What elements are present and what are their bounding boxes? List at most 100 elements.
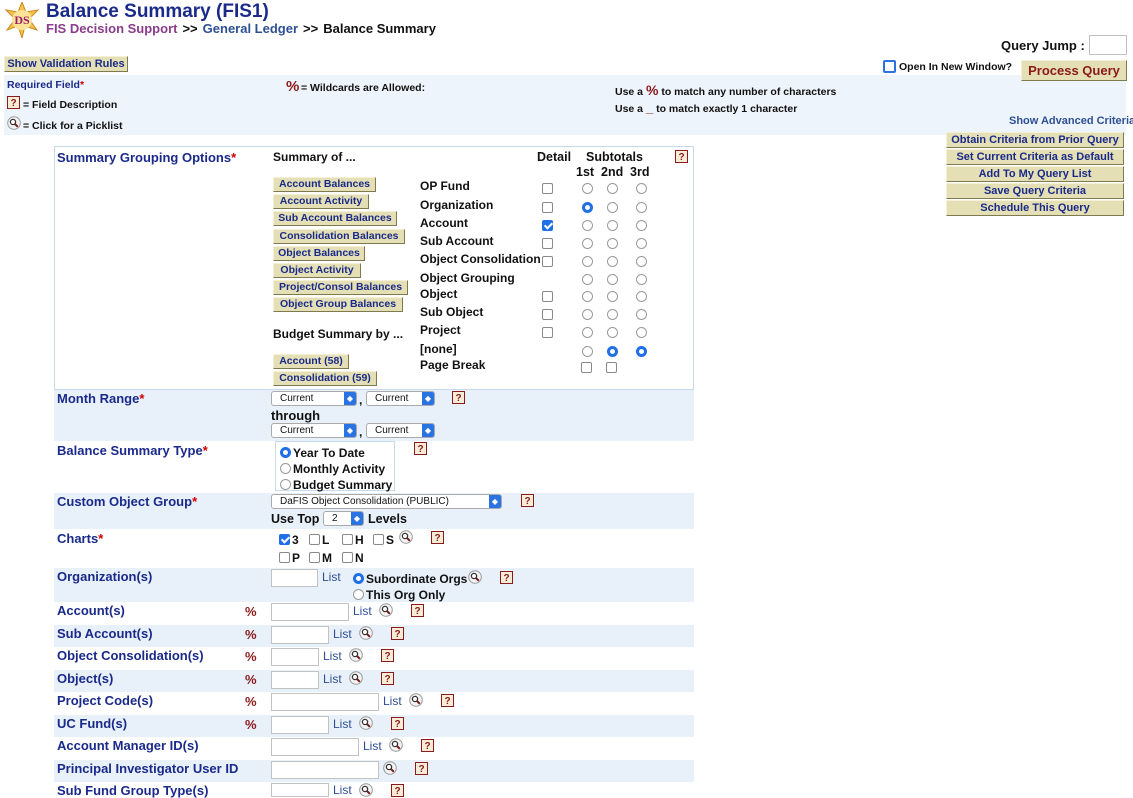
subtotal-1st-radio[interactable]	[582, 291, 593, 302]
object-activity-button[interactable]: Object Activity	[273, 263, 361, 278]
help-icon[interactable]: ?	[500, 571, 513, 584]
subtotal-2nd-radio[interactable]	[607, 346, 618, 357]
subtotal-3rd-radio[interactable]	[636, 183, 647, 194]
add-to-query-list-button[interactable]: Add To My Query List	[946, 166, 1124, 182]
help-icon[interactable]: ?	[381, 672, 394, 685]
magnifier-icon[interactable]	[409, 693, 423, 707]
subtotal-2nd-radio[interactable]	[607, 256, 618, 267]
show-validation-rules-button[interactable]: Show Validation Rules	[4, 56, 128, 72]
subtotal-2nd-radio[interactable]	[607, 183, 618, 194]
subtotal-1st-radio[interactable]	[582, 238, 593, 249]
obtain-criteria-button[interactable]: Obtain Criteria from Prior Query	[946, 132, 1124, 148]
levels-select[interactable]: 2 ◆	[323, 511, 364, 526]
subtotal-3rd-radio[interactable]	[636, 220, 647, 231]
budget-summary-radio[interactable]	[280, 479, 291, 490]
help-icon[interactable]: ?	[521, 494, 534, 507]
account-activity-button[interactable]: Account Activity	[273, 194, 369, 209]
subtotal-3rd-radio[interactable]	[636, 309, 647, 320]
subtotal-1st-radio[interactable]	[582, 309, 593, 320]
custom-object-group-select[interactable]: DaFIS Object Consolidation (PUBLIC) ◆	[271, 494, 502, 509]
consolidation-balances-button[interactable]: Consolidation Balances	[273, 229, 405, 244]
subtotal-2nd-radio[interactable]	[607, 202, 618, 213]
chart-l-checkbox[interactable]	[309, 534, 320, 545]
object-consolidations-input[interactable]	[271, 648, 319, 666]
chart-3-checkbox[interactable]	[279, 534, 290, 545]
object-balances-button[interactable]: Object Balances	[273, 246, 365, 261]
magnifier-icon[interactable]	[379, 603, 393, 617]
month-from-select[interactable]: Current ◆	[271, 391, 357, 406]
help-icon[interactable]: ?	[675, 150, 688, 163]
monthly-activity-radio[interactable]	[280, 463, 291, 474]
subtotal-3rd-radio[interactable]	[636, 291, 647, 302]
project-codes-input[interactable]	[271, 693, 379, 711]
magnifier-icon[interactable]	[349, 671, 363, 685]
help-icon[interactable]: ?	[391, 627, 404, 640]
chart-s-checkbox[interactable]	[373, 534, 384, 545]
chart-m-checkbox[interactable]	[309, 552, 320, 563]
sub-fund-group-types-input[interactable]	[271, 783, 329, 797]
organizations-input[interactable]	[271, 569, 318, 587]
magnifier-icon[interactable]	[359, 626, 373, 640]
magnifier-icon[interactable]	[359, 783, 373, 797]
objects-input[interactable]	[271, 671, 319, 689]
subtotal-2nd-radio[interactable]	[607, 238, 618, 249]
magnifier-icon[interactable]	[359, 716, 373, 730]
account-manager-ids-list-link[interactable]: List	[363, 739, 382, 753]
breadcrumb-fis-decision-support[interactable]: FIS Decision Support	[46, 21, 177, 36]
subtotal-3rd-radio[interactable]	[636, 238, 647, 249]
save-query-criteria-button[interactable]: Save Query Criteria	[946, 183, 1124, 199]
subtotal-2nd-radio[interactable]	[607, 274, 618, 285]
uc-funds-list-link[interactable]: List	[333, 717, 352, 731]
sub-account-balances-button[interactable]: Sub Account Balances	[273, 211, 397, 226]
open-new-window-checkbox[interactable]	[883, 60, 896, 73]
subtotal-1st-radio[interactable]	[582, 256, 593, 267]
uc-funds-input[interactable]	[271, 716, 329, 734]
help-icon[interactable]: ?	[391, 784, 404, 797]
objects-list-link[interactable]: List	[323, 672, 342, 686]
project-consol-balances-button[interactable]: Project/Consol Balances	[273, 280, 408, 295]
detail-op-fund-checkbox[interactable]	[542, 183, 553, 194]
detail-object-checkbox[interactable]	[542, 291, 553, 302]
help-icon[interactable]: ?	[381, 649, 394, 662]
subtotal-1st-radio[interactable]	[582, 346, 593, 357]
help-icon[interactable]: ?	[411, 604, 424, 617]
budget-account-button[interactable]: Account (58)	[273, 354, 349, 369]
help-icon[interactable]: ?	[452, 391, 465, 404]
accounts-input[interactable]	[271, 603, 349, 621]
accounts-list-link[interactable]: List	[353, 604, 372, 618]
magnifier-icon[interactable]	[468, 570, 482, 584]
sub-accounts-input[interactable]	[271, 626, 329, 644]
year-to-select[interactable]: Current ◆	[366, 423, 435, 438]
month-to-select[interactable]: Current ◆	[271, 423, 357, 438]
subtotal-2nd-radio[interactable]	[607, 327, 618, 338]
page-break-1st-checkbox[interactable]	[581, 362, 592, 373]
process-query-button[interactable]: Process Query	[1021, 60, 1127, 81]
schedule-query-button[interactable]: Schedule This Query	[946, 200, 1124, 216]
chart-n-checkbox[interactable]	[342, 552, 353, 563]
subtotal-1st-radio[interactable]	[582, 202, 593, 213]
subtotal-3rd-radio[interactable]	[636, 202, 647, 213]
detail-sub-account-checkbox[interactable]	[542, 238, 553, 249]
help-icon[interactable]: ?	[441, 694, 454, 707]
subtotal-2nd-radio[interactable]	[607, 309, 618, 320]
subtotal-1st-radio[interactable]	[582, 327, 593, 338]
help-icon[interactable]: ?	[414, 442, 427, 455]
help-icon[interactable]: ?	[421, 739, 434, 752]
subtotal-3rd-radio[interactable]	[636, 274, 647, 285]
set-default-button[interactable]: Set Current Criteria as Default	[946, 149, 1124, 165]
subtotal-2nd-radio[interactable]	[607, 291, 618, 302]
sub-accounts-list-link[interactable]: List	[333, 627, 352, 641]
chart-h-checkbox[interactable]	[342, 534, 353, 545]
magnifier-icon[interactable]	[399, 530, 413, 544]
subtotal-3rd-radio[interactable]	[636, 346, 647, 357]
help-icon[interactable]: ?	[415, 762, 428, 775]
chart-p-checkbox[interactable]	[279, 552, 290, 563]
detail-object-consolidation-checkbox[interactable]	[542, 256, 553, 267]
object-group-balances-button[interactable]: Object Group Balances	[273, 297, 403, 312]
subtotal-1st-radio[interactable]	[582, 183, 593, 194]
detail-sub-object-checkbox[interactable]	[542, 309, 553, 320]
query-jump-input[interactable]	[1089, 35, 1127, 55]
account-manager-ids-input[interactable]	[271, 738, 359, 756]
account-balances-button[interactable]: Account Balances	[273, 177, 376, 192]
magnifier-icon[interactable]	[349, 648, 363, 662]
